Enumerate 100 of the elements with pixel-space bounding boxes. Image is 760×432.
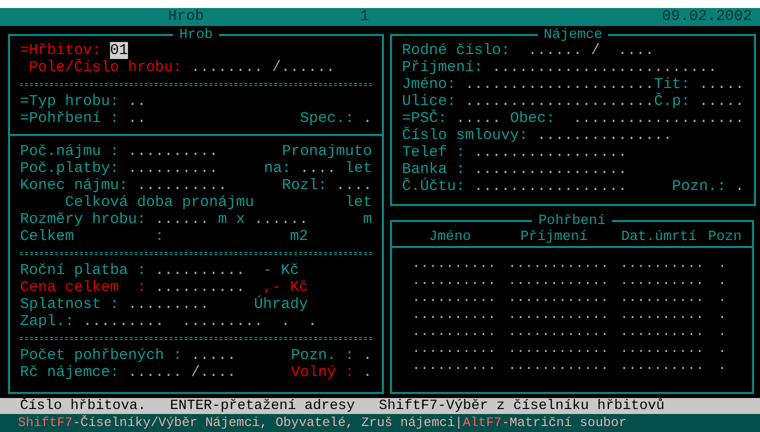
input-field[interactable]: ..........: [137, 177, 228, 194]
table-cell-text: ............: [508, 290, 610, 307]
field-label: =Pohřbení :: [20, 110, 120, 127]
field-label: Banka :: [402, 161, 466, 178]
input-field[interactable]: .........................: [492, 59, 718, 76]
field-label: - Kč: [262, 262, 300, 279]
panel-title: Hrob: [178, 28, 214, 42]
input-field[interactable]: ...... / ....: [519, 42, 654, 59]
field-label: Roční platba :: [20, 262, 146, 279]
input-field[interactable]: .: [735, 178, 744, 195]
field-label: Rozměry hrobu:: [20, 211, 146, 228]
field-label: Celková doba pronájmu: [64, 194, 254, 211]
table-cell-text: ..........: [412, 307, 498, 324]
table-cell-text: ..........: [620, 290, 706, 307]
input-field[interactable]: ..: [128, 93, 146, 110]
input-field[interactable]: ..........: [128, 160, 218, 177]
input-field[interactable]: .....: [699, 76, 744, 93]
table-cell-text: .: [718, 358, 728, 375]
hint-text: ShiftF7-Výběr z číselníku hřbitovů: [378, 398, 665, 414]
shortcut-label: -Číselníky/Výběr Nájemci, Obyvatelé, Zruš nájemci|: [72, 414, 463, 432]
hint-text: Číslo hřbitova.: [20, 398, 146, 414]
field-label: Ulice:: [402, 93, 456, 110]
field-label: Jméno:: [402, 76, 456, 93]
field-label: Obec:: [510, 110, 556, 127]
input-field[interactable]: .................: [474, 161, 628, 178]
table-cell-text: ..........: [412, 341, 498, 358]
hint-text: ENTER-přetažení adresy: [170, 398, 355, 414]
input-field[interactable]: ........ /......: [191, 59, 336, 76]
field-label: Pronajmuto: [282, 143, 372, 160]
input-field[interactable]: .................: [474, 144, 628, 161]
shortcut-label: -Matriční soubor: [502, 414, 627, 432]
field-label: =PSČ:: [402, 110, 448, 127]
field-label: let: [344, 194, 372, 211]
input-field[interactable]: ..: [128, 110, 146, 127]
input-field[interactable]: 01: [110, 42, 128, 59]
field-label: m: [362, 211, 372, 228]
input-field[interactable]: .: [362, 364, 372, 381]
input-field[interactable]: ......... ......... . .: [83, 313, 318, 330]
input-field[interactable]: ..........: [128, 143, 218, 160]
panel-title: Pohřbení: [537, 214, 607, 228]
input-field[interactable]: ....: [300, 160, 336, 177]
table-cell-text: .: [718, 341, 728, 358]
field-label: Spec.:: [300, 110, 354, 127]
table-cell-text: ............: [508, 273, 610, 290]
field-label: Pozn.:: [672, 178, 726, 195]
field-label: na:: [264, 160, 291, 177]
field-label: Konec nájmu:: [20, 177, 128, 194]
field-label: Zapl.:: [20, 313, 74, 330]
panel-title: Nájemce: [542, 28, 604, 42]
field-label: Rč nájemce:: [20, 364, 120, 381]
field-label: Splatnost :: [20, 296, 120, 313]
field-label: Poč.platby:: [20, 160, 120, 177]
column-header: Jméno: [428, 228, 472, 246]
input-field[interactable]: .....: [699, 93, 744, 110]
input-field[interactable]: .................: [474, 178, 628, 195]
field-label: Telef :: [402, 144, 466, 161]
table-cell-text: ..........: [620, 256, 706, 273]
input-field[interactable]: ......: [254, 211, 308, 228]
table-cell-text: .: [718, 307, 728, 324]
field-label: =Hřbitov:: [20, 42, 102, 59]
input-field[interactable]: .: [362, 110, 372, 127]
field-label: Tit:: [654, 76, 690, 93]
input-field[interactable]: .....................: [465, 93, 654, 110]
table-cell-text: ..........: [620, 273, 706, 290]
field-label: ,- Kč: [263, 279, 308, 296]
input-field[interactable]: ..........: [155, 279, 246, 296]
table-cell-text: ............: [508, 324, 610, 341]
field-label: =Typ hrobu:: [20, 93, 120, 110]
input-field[interactable]: .........: [128, 296, 210, 313]
input-field[interactable]: .....: [456, 110, 502, 127]
table-cell-text: ............: [508, 307, 610, 324]
field-label: Příjmení:: [402, 59, 484, 76]
field-label: Č.Účtu:: [402, 178, 466, 195]
input-field[interactable]: ......: [155, 211, 210, 228]
table-cell-text: ..........: [412, 324, 498, 341]
input-field[interactable]: .....................: [465, 76, 654, 93]
input-field[interactable]: ...................: [573, 110, 744, 127]
field-label: Rodné číslo:: [402, 42, 510, 59]
table-cell-text: ..........: [620, 324, 706, 341]
input-field[interactable]: ....: [336, 177, 372, 194]
field-label: Rozl:: [282, 177, 327, 194]
input-field[interactable]: .....: [191, 347, 236, 364]
shortcut-key: AltF7: [462, 414, 502, 432]
field-label: Pole/Číslo hrobu:: [28, 59, 182, 76]
shortcut-key: ShiftF7: [18, 414, 73, 432]
input-field[interactable]: ...... /....: [128, 364, 236, 381]
table-cell-text: ..........: [412, 290, 498, 307]
input-field[interactable]: .: [362, 347, 372, 364]
field-label: Číslo smlouvy:: [402, 127, 528, 144]
field-label: Poč.nájmu :: [20, 143, 120, 160]
column-header: Dat.úmrtí: [620, 228, 698, 246]
window-title: Hrob: [168, 8, 204, 26]
input-field[interactable]: ..........: [155, 262, 246, 279]
field-label: Volný :: [290, 364, 354, 381]
field-label: Úhrady: [253, 296, 308, 313]
field-label: m x: [218, 211, 246, 228]
field-label: Počet pohřbených :: [20, 347, 182, 364]
input-field[interactable]: ...............: [537, 127, 672, 144]
table-cell-text: ..........: [412, 358, 498, 375]
table-cell-text: ............: [508, 256, 610, 273]
